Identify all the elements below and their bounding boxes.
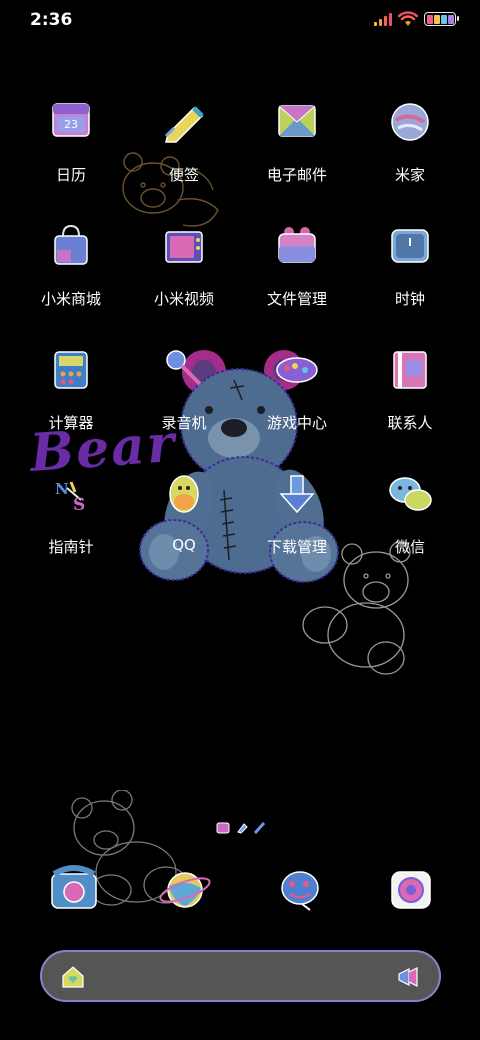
app-label: 电子邮件 [266, 166, 327, 184]
shopping-bag-icon [47, 222, 95, 270]
page-indicator[interactable] [216, 822, 266, 834]
dock-camera[interactable] [382, 860, 442, 920]
app-qq[interactable]: QQ [129, 470, 239, 570]
messages-icon [281, 871, 319, 911]
app-label: 游戏中心 [266, 414, 327, 432]
dock-phone[interactable] [44, 860, 104, 920]
app-label: QQ [172, 536, 196, 554]
app-mi-video[interactable]: 小米视频 [129, 222, 239, 322]
status-bar: 2:36 [0, 0, 480, 42]
app-label: 计算器 [48, 414, 94, 432]
phone-icon [51, 865, 97, 909]
download-arrow-icon [273, 470, 321, 518]
app-label: 时钟 [394, 290, 425, 308]
app-label: 小米商城 [40, 290, 101, 308]
home-heart-icon[interactable] [60, 964, 86, 990]
mijia-ball-icon [386, 98, 434, 146]
app-label: 便签 [168, 166, 199, 184]
app-file-manager[interactable]: 文件管理 [242, 222, 352, 322]
page-dot-1-icon [216, 822, 230, 834]
battery-icon [424, 12, 459, 26]
svg-text:23: 23 [64, 118, 78, 131]
camera-icon [391, 871, 431, 909]
app-label: 米家 [394, 166, 425, 184]
search-bar[interactable] [40, 950, 441, 1002]
microphone-icon [160, 346, 208, 394]
signal-bars-icon [374, 12, 392, 26]
clock-icon [386, 222, 434, 270]
app-mi-store[interactable]: 小米商城 [16, 222, 126, 322]
app-label: 指南针 [48, 538, 94, 556]
contacts-book-icon [386, 346, 434, 394]
app-label: 联系人 [387, 414, 433, 432]
app-mijia[interactable]: 米家 [355, 98, 465, 198]
app-label: 微信 [394, 538, 425, 556]
app-label: 小米视频 [153, 290, 214, 308]
app-email[interactable]: 电子邮件 [242, 98, 352, 198]
app-download-manager[interactable]: 下载管理 [242, 470, 352, 570]
page-dot-2-icon [237, 823, 248, 834]
app-label: 日历 [55, 166, 86, 184]
megaphone-icon[interactable] [395, 964, 421, 990]
calculator-icon [47, 346, 95, 394]
browser-planet-icon [159, 872, 211, 908]
app-recorder[interactable]: 录音机 [129, 346, 239, 446]
qq-penguin-icon [160, 470, 208, 518]
app-calculator[interactable]: 计算器 [16, 346, 126, 446]
dock-browser[interactable] [157, 860, 217, 920]
app-label: 录音机 [161, 414, 207, 432]
compass-icon: N S [47, 470, 95, 518]
app-contacts[interactable]: 联系人 [355, 346, 465, 446]
app-clock[interactable]: 时钟 [355, 222, 465, 322]
notes-pen-icon [160, 98, 208, 146]
status-icons [374, 11, 459, 27]
tv-icon [160, 222, 208, 270]
app-label: 下载管理 [266, 538, 327, 556]
game-controller-icon [273, 346, 321, 394]
app-label: 文件管理 [266, 290, 327, 308]
svg-text:S: S [73, 495, 85, 515]
email-envelope-icon [273, 98, 321, 146]
app-wechat[interactable]: 微信 [355, 470, 465, 570]
app-compass[interactable]: N S 指南针 [16, 470, 126, 570]
app-calendar[interactable]: 23 日历 [16, 98, 126, 198]
wechat-bubbles-icon [386, 470, 434, 518]
page-dot-3-icon [254, 822, 266, 834]
status-time: 2:36 [30, 10, 73, 30]
calendar-icon: 23 [47, 98, 95, 146]
wifi-icon [398, 11, 418, 26]
app-notes[interactable]: 便签 [129, 98, 239, 198]
app-game-center[interactable]: 游戏中心 [242, 346, 352, 446]
folder-icon [273, 222, 321, 270]
dock-messages[interactable] [270, 860, 330, 920]
